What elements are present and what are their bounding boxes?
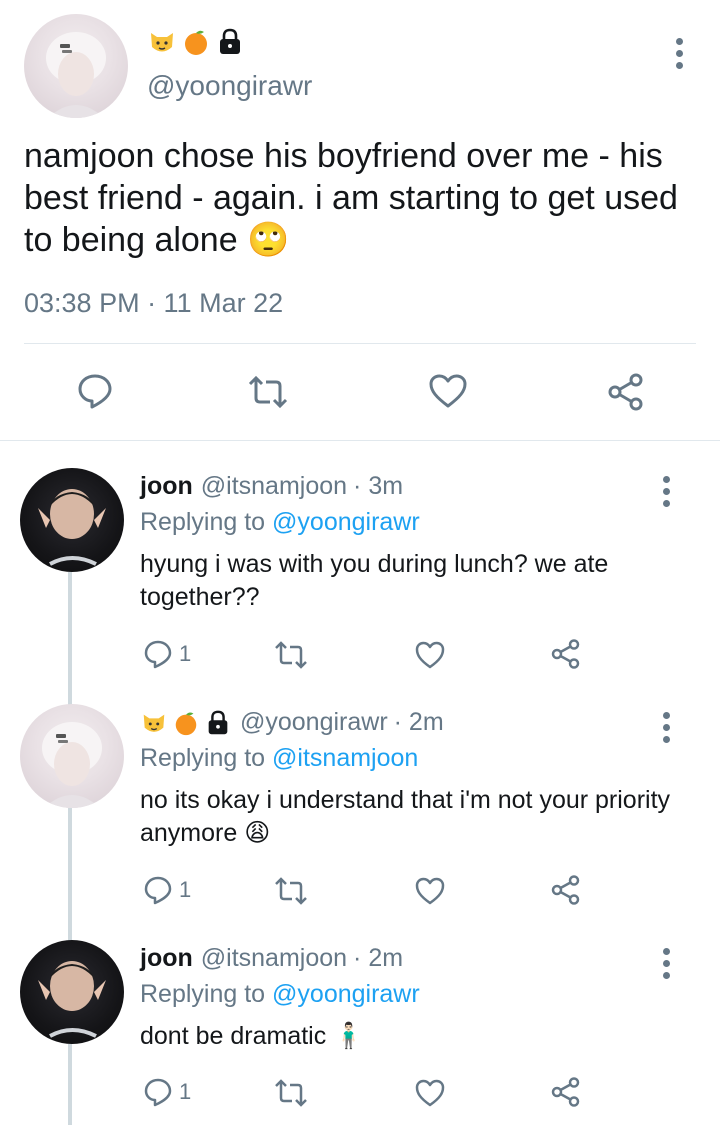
like-icon [415, 877, 445, 905]
reply-tweet[interactable]: joon @itsnamjoon · 2m Replying to @yoong… [0, 940, 720, 1125]
replying-to-link[interactable]: @itsnamjoon [272, 744, 418, 772]
reply-icon [144, 1078, 172, 1107]
retweet-button[interactable] [246, 374, 290, 410]
main-tweet: @yoongirawr namjoon chose his boyfriend … [0, 0, 720, 440]
reply-text: no its okay i understand that i'm not yo… [140, 786, 671, 847]
replying-prefix: Replying to [140, 508, 266, 536]
retweet-button[interactable] [273, 876, 309, 906]
reply-button[interactable] [76, 372, 114, 410]
more-icon[interactable] [661, 712, 671, 743]
replying-to: Replying to @yoongirawr [140, 508, 420, 537]
more-icon[interactable] [661, 948, 671, 979]
author-name[interactable]: joon [140, 944, 193, 973]
avatar[interactable] [20, 468, 124, 572]
author-handle[interactable]: @itsnamjoon [201, 472, 347, 501]
replying-to: Replying to @yoongirawr [140, 980, 420, 1009]
like-button[interactable] [414, 876, 446, 906]
divider [24, 343, 696, 344]
reply-text: dont be dramatic 🧍🏻‍♂️ [140, 1022, 365, 1050]
reply-icon [144, 640, 172, 669]
reply-time: · 2m [393, 708, 444, 736]
replying-prefix: Replying to [140, 980, 266, 1008]
display-name-emojis [147, 27, 245, 57]
reply-tweet[interactable]: joon @itsnamjoon · 3m Replying to @yoong… [0, 468, 720, 698]
avatar-image [46, 32, 106, 118]
like-icon [415, 1079, 445, 1107]
reply-icon [78, 374, 112, 409]
avatar-image [38, 961, 106, 1038]
like-button[interactable] [428, 373, 468, 409]
retweet-icon [275, 1079, 307, 1107]
cat-face-icon [140, 709, 168, 737]
like-button[interactable] [414, 640, 446, 670]
author-handle[interactable]: @yoongirawr [240, 708, 388, 737]
share-icon [608, 373, 643, 411]
like-icon [429, 374, 467, 408]
reply-header: joon @itsnamjoon · 3m [140, 472, 403, 501]
more-icon[interactable] [674, 38, 684, 69]
lock-icon [204, 709, 232, 737]
reply-button[interactable]: 1 [143, 1077, 191, 1107]
avatar[interactable] [20, 940, 124, 1044]
replying-to-link[interactable]: @yoongirawr [272, 980, 420, 1008]
retweet-icon [275, 641, 307, 669]
share-button[interactable] [606, 372, 646, 412]
author-handle[interactable]: @yoongirawr [147, 70, 312, 102]
reply-header: @yoongirawr · 2m [140, 708, 444, 737]
tangerine-icon [181, 27, 211, 57]
reply-icon [144, 876, 172, 905]
more-icon[interactable] [661, 476, 671, 507]
share-icon [551, 1077, 580, 1107]
tweet-timestamp: 03:38 PM · 11 Mar 22 [24, 288, 284, 318]
tangerine-icon [172, 709, 200, 737]
reply-tweet[interactable]: @yoongirawr · 2m Replying to @itsnamjoon… [0, 704, 720, 934]
reply-button[interactable]: 1 [143, 875, 191, 905]
share-button[interactable] [550, 638, 582, 670]
avatar-image [42, 722, 102, 808]
like-icon [415, 641, 445, 669]
retweet-button[interactable] [273, 640, 309, 670]
section-divider [0, 440, 720, 441]
replying-to-link[interactable]: @yoongirawr [272, 508, 420, 536]
avatar[interactable] [24, 14, 128, 118]
tweet-text: namjoon chose his boyfriend over me - hi… [24, 137, 678, 259]
replying-to: Replying to @itsnamjoon [140, 744, 418, 773]
share-button[interactable] [550, 1076, 582, 1108]
cat-face-icon [147, 27, 177, 57]
reply-count: 1 [179, 1079, 192, 1104]
display-name-emojis [140, 709, 232, 737]
like-button[interactable] [414, 1078, 446, 1108]
replying-prefix: Replying to [140, 744, 266, 772]
author-name[interactable]: joon [140, 472, 193, 501]
reply-button[interactable]: 1 [143, 639, 191, 669]
share-button[interactable] [550, 874, 582, 906]
retweet-icon [248, 375, 288, 409]
reply-header: joon @itsnamjoon · 2m [140, 944, 403, 973]
avatar-image [38, 489, 106, 566]
reply-count: 1 [179, 641, 192, 666]
reply-count: 1 [179, 877, 192, 902]
reply-time: · 3m [353, 472, 404, 500]
avatar[interactable] [20, 704, 124, 808]
author-handle[interactable]: @itsnamjoon [201, 944, 347, 973]
retweet-icon [275, 877, 307, 905]
reply-text: hyung i was with you during lunch? we at… [140, 550, 609, 611]
retweet-button[interactable] [273, 1078, 309, 1108]
share-icon [551, 639, 580, 669]
share-icon [551, 875, 580, 905]
lock-icon [215, 27, 245, 57]
reply-time: · 2m [353, 944, 404, 972]
